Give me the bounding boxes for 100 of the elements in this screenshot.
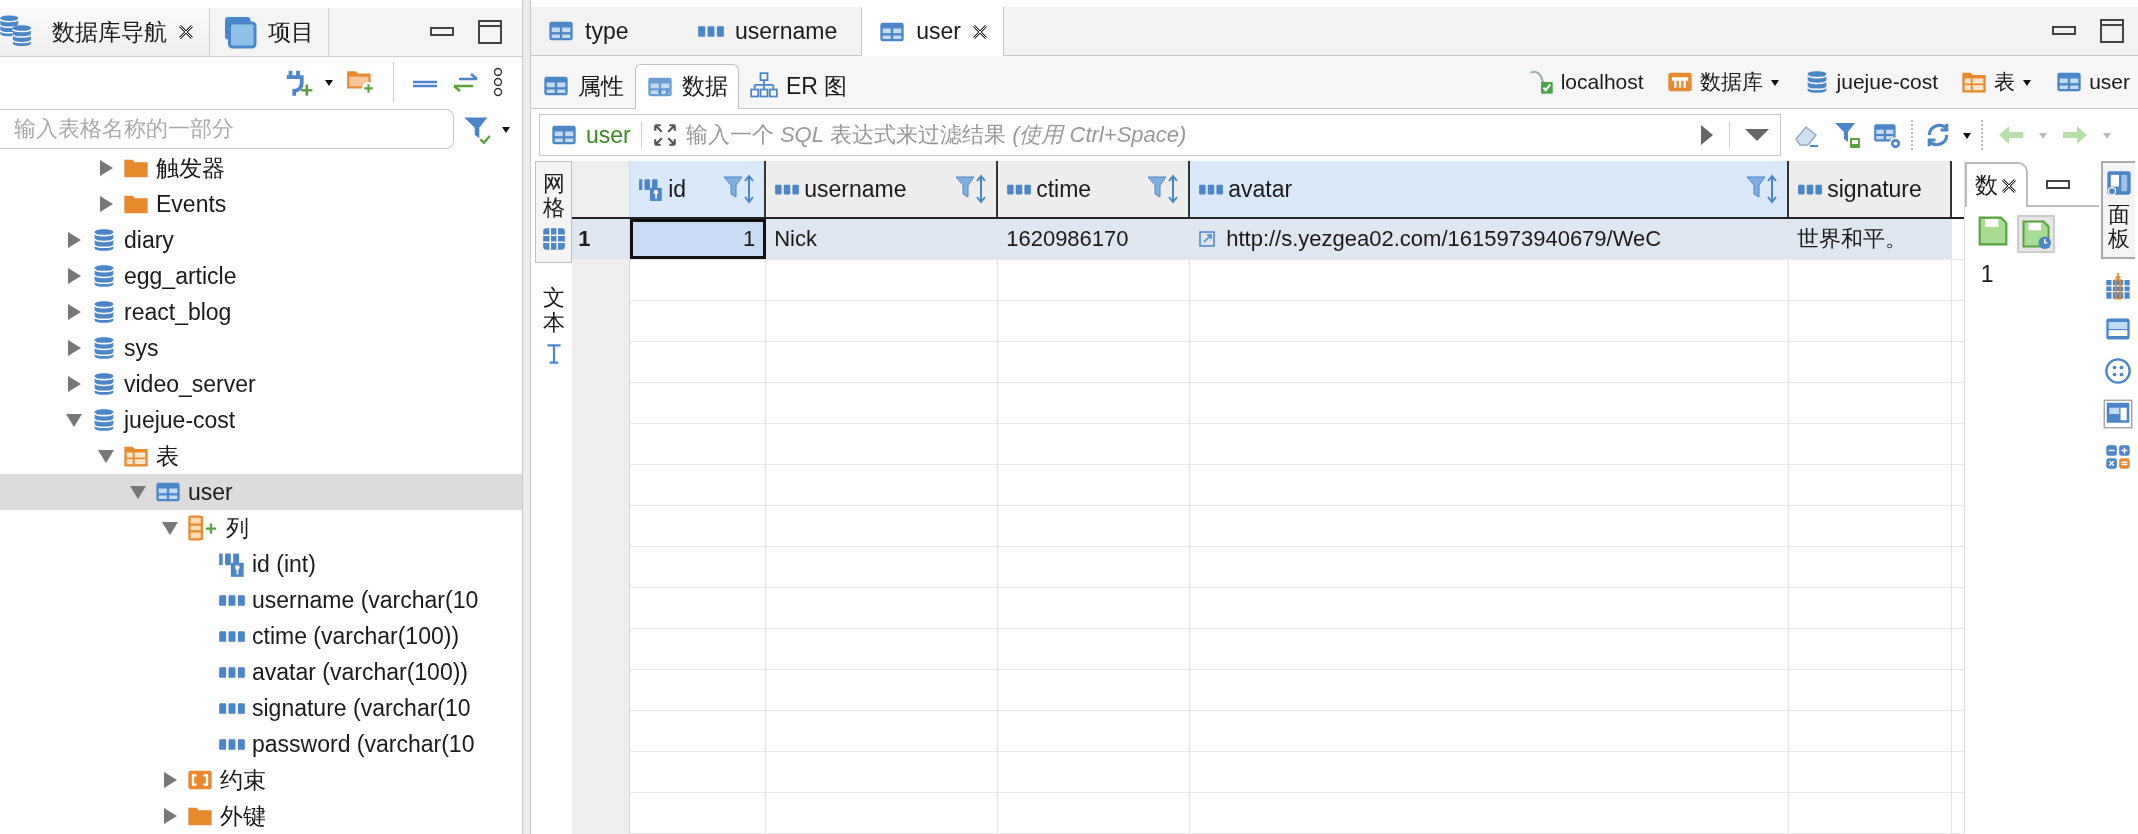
breadcrumb-link[interactable]: 数据库 [1699, 68, 1763, 96]
breadcrumb-link[interactable]: user [2089, 70, 2130, 94]
minimize-icon[interactable] [430, 26, 454, 38]
panels-button[interactable]: 面板 [2101, 161, 2136, 260]
column-header[interactable]: signature [1789, 161, 1953, 217]
minimize-icon[interactable] [2045, 179, 2070, 191]
filter-placeholder: 输入一个 SQL 表达式来过滤结果 (使用 Ctrl+Space) [685, 121, 1187, 149]
expander-icon[interactable] [97, 448, 115, 464]
tree-item[interactable]: password (varchar(10 [0, 726, 522, 762]
save-clock-icon [2020, 219, 2051, 249]
filter-sort-icon[interactable] [954, 174, 989, 204]
tree-item[interactable]: egg_article [0, 258, 522, 294]
filter-sort-icon[interactable] [722, 174, 757, 204]
view-tab[interactable]: 属性 [531, 63, 635, 109]
column-header[interactable]: id [630, 161, 767, 217]
maximize-icon[interactable] [2100, 19, 2124, 43]
window-icon [222, 14, 258, 50]
maximize-icon[interactable] [478, 20, 502, 44]
filter-sort-icon[interactable] [1745, 174, 1780, 204]
tree-label: user [188, 478, 233, 506]
hierarchy-icon [750, 72, 778, 100]
column-header[interactable]: username [766, 161, 999, 217]
panel-tab[interactable]: 数 [1964, 162, 2028, 207]
tree-item[interactable]: username (varchar(10 [0, 582, 522, 618]
breadcrumb-link[interactable]: localhost [1560, 70, 1644, 94]
tree-item[interactable]: 触发器 [0, 150, 522, 186]
tree-item[interactable]: signature (varchar(10 [0, 690, 522, 726]
tree-item[interactable]: sys [0, 330, 522, 366]
close-icon[interactable] [1999, 176, 2018, 195]
column-marker-icon[interactable] [2104, 273, 2133, 302]
tree-label: sys [124, 334, 159, 362]
tree-item[interactable]: video_server [0, 366, 522, 402]
tree-item[interactable]: ctime (varchar(100)) [0, 618, 522, 654]
table-label: user [586, 121, 631, 149]
breadcrumb-link[interactable]: juejue-cost [1836, 70, 1939, 94]
tree-label: react_blog [124, 298, 232, 326]
filter-field[interactable]: user 输入一个 SQL 表达式来过滤结果 (使用 Ctrl+Space) [539, 114, 1781, 156]
tree-label: juejue-cost [124, 406, 236, 434]
tree-item[interactable]: react_blog [0, 294, 522, 330]
close-icon[interactable] [177, 23, 195, 41]
expander-icon[interactable] [65, 412, 83, 428]
column-header[interactable]: ctime [998, 161, 1191, 217]
tree-item[interactable]: 约束 [0, 762, 522, 798]
number-key-icon [638, 176, 665, 202]
calculator-icon[interactable] [2104, 443, 2133, 472]
expander-icon[interactable] [162, 771, 178, 789]
save-icon[interactable] [1976, 215, 2009, 247]
layout-icon[interactable] [2103, 399, 2134, 430]
tree-label: video_server [124, 370, 256, 398]
run-icon[interactable] [1699, 123, 1715, 147]
tree-item[interactable]: 列 [0, 510, 522, 546]
close-icon[interactable] [971, 22, 990, 41]
link-icon[interactable] [1198, 230, 1217, 248]
tree-label: 约束 [220, 765, 266, 795]
tree-item[interactable]: 表 [0, 438, 522, 474]
view-tab[interactable]: 数据 [635, 63, 739, 109]
expander-icon[interactable] [98, 195, 114, 213]
expander-icon[interactable] [66, 303, 82, 321]
expander-icon[interactable] [66, 267, 82, 285]
tree-label: 表 [156, 441, 179, 471]
grid-icon[interactable] [540, 226, 567, 253]
panel-tab[interactable]: 项目 [210, 8, 329, 56]
column-header[interactable]: avatar [1190, 161, 1790, 217]
dropdown-icon[interactable] [1744, 127, 1770, 143]
tree-item[interactable]: diary [0, 222, 522, 258]
expander-icon[interactable] [161, 520, 179, 536]
expander-icon[interactable] [162, 807, 178, 825]
tree-label: id (int) [252, 550, 316, 578]
minimize-icon[interactable] [2052, 25, 2076, 37]
tree-label: diary [124, 226, 174, 254]
expander-icon[interactable] [66, 375, 82, 393]
save-timer-button[interactable] [2016, 215, 2055, 253]
tree-item[interactable]: avatar (varchar(100)) [0, 654, 522, 690]
expander-icon[interactable] [129, 484, 147, 500]
tree-label: 外键 [220, 801, 266, 831]
filter-sort-icon[interactable] [1146, 174, 1181, 204]
tree-item[interactable]: Events [0, 186, 522, 222]
breadcrumb-link[interactable]: 表 [1994, 68, 2016, 96]
editor-tab[interactable]: type [531, 7, 681, 55]
tree-label: 列 [226, 513, 249, 543]
view-tab[interactable]: 网格 [535, 161, 573, 264]
tree-label: Events [156, 190, 227, 218]
tree-item[interactable]: juejue-cost [0, 402, 522, 438]
tree-label: password (varchar(10 [252, 730, 475, 758]
expander-icon[interactable] [98, 159, 114, 177]
row-number[interactable]: 1 [572, 219, 631, 259]
tree-item[interactable]: id (int) [0, 546, 522, 582]
expand-icon[interactable] [651, 122, 678, 148]
expander-icon[interactable] [66, 231, 82, 249]
tree-item[interactable]: user [0, 474, 522, 510]
expander-icon[interactable] [66, 339, 82, 357]
view-tab[interactable]: 文本 [535, 275, 573, 378]
editor-tab[interactable]: username [681, 7, 862, 55]
editor-tab[interactable]: user [861, 7, 1005, 56]
tree-label: egg_article [124, 262, 237, 290]
panel-tab[interactable]: 数据库导航 [0, 8, 210, 56]
tree-item[interactable]: 外键 [0, 798, 522, 834]
view-tab[interactable]: ER 图 [739, 63, 859, 109]
dots-circle-icon[interactable] [2104, 357, 2133, 386]
table-cell: 1620986170 [998, 219, 1191, 259]
